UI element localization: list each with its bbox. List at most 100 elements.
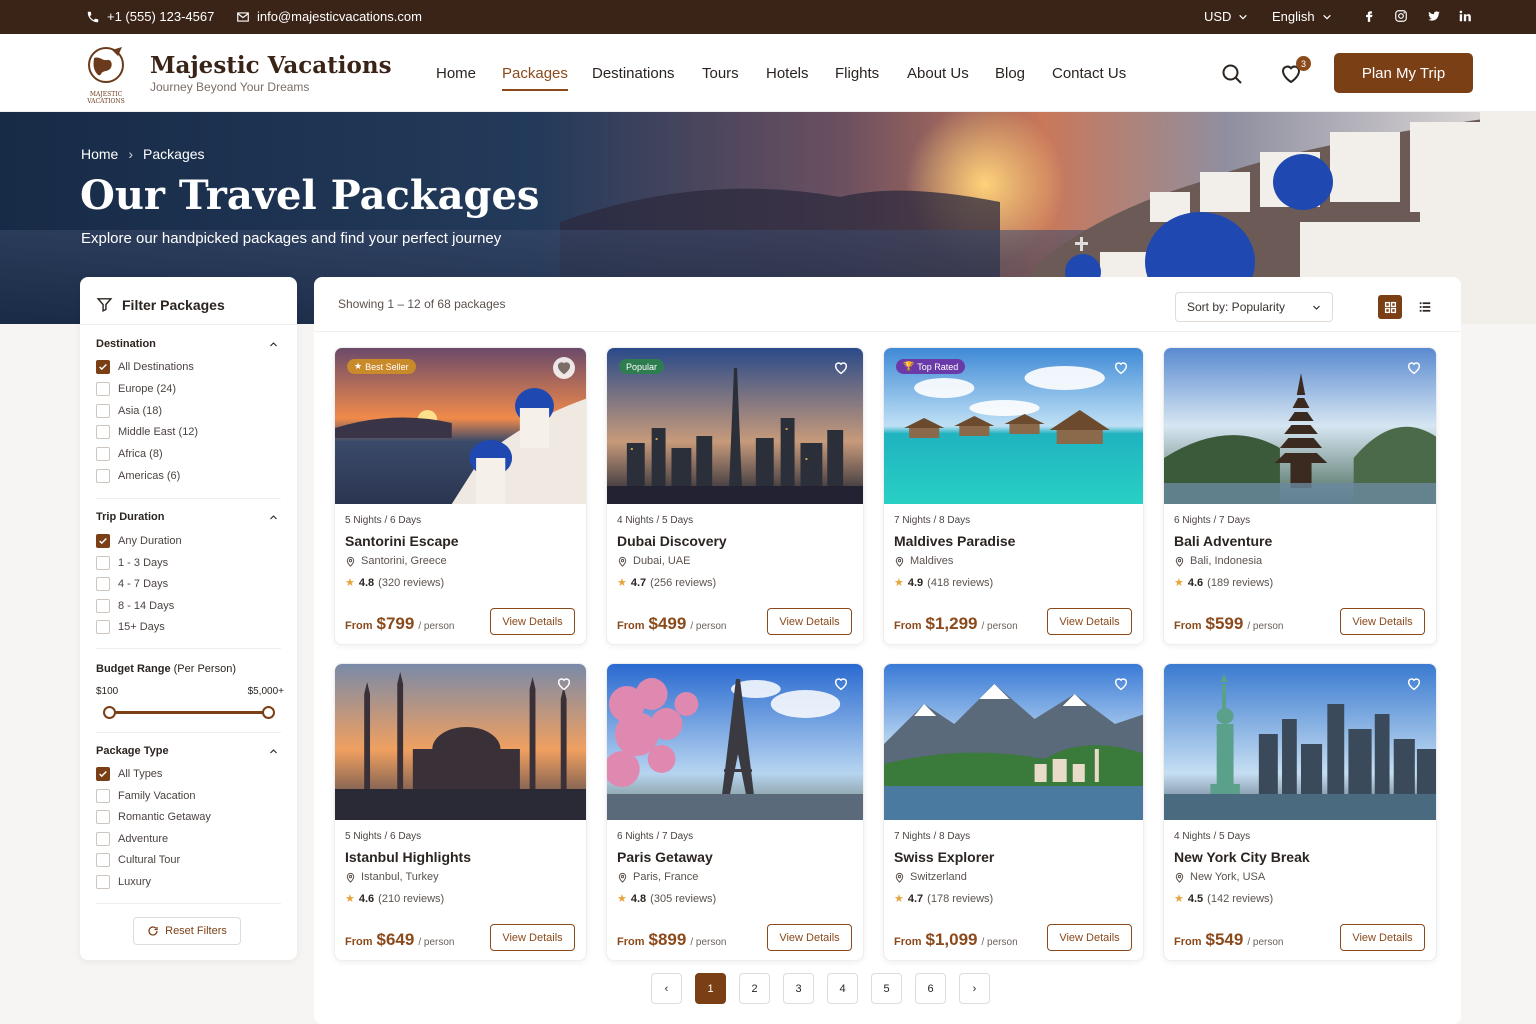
wishlist-button[interactable] bbox=[1110, 673, 1132, 695]
checkbox[interactable] bbox=[96, 555, 110, 570]
package-image[interactable] bbox=[1164, 664, 1437, 820]
duration-option[interactable]: 4 - 7 Days bbox=[96, 577, 168, 592]
destination-option[interactable]: Americas (6) bbox=[96, 469, 180, 483]
list-view-button[interactable] bbox=[1413, 295, 1437, 319]
package-image[interactable] bbox=[607, 664, 864, 820]
nav-packages[interactable]: Packages bbox=[502, 65, 568, 91]
nav-destinations[interactable]: Destinations bbox=[592, 65, 675, 82]
checkbox[interactable] bbox=[96, 425, 110, 440]
wishlist-button[interactable] bbox=[1403, 673, 1425, 695]
checkbox[interactable] bbox=[96, 767, 110, 781]
package-type-option[interactable]: Romantic Getaway bbox=[96, 810, 211, 825]
destination-option[interactable]: Asia (18) bbox=[96, 403, 162, 418]
duration-option[interactable]: Any Duration bbox=[96, 534, 182, 548]
checkbox[interactable] bbox=[96, 534, 110, 548]
wishlist-button[interactable] bbox=[1110, 357, 1132, 379]
checkbox[interactable] bbox=[96, 360, 110, 374]
package-type-option[interactable]: Family Vacation bbox=[96, 788, 195, 803]
package-card[interactable]: 5 Nights / 6 Days Istanbul Highlights Ista… bbox=[334, 663, 587, 961]
page-button[interactable]: 3 bbox=[783, 973, 814, 1004]
view-details-button[interactable]: View Details bbox=[767, 924, 852, 951]
page-button[interactable]: 4 bbox=[827, 973, 858, 1004]
nav-blog[interactable]: Blog bbox=[995, 65, 1025, 82]
grid-view-button[interactable] bbox=[1378, 295, 1402, 319]
phone-contact[interactable]: +1 (555) 123-4567 bbox=[86, 9, 214, 24]
package-title[interactable]: New York City Break bbox=[1174, 849, 1310, 865]
package-title[interactable]: Istanbul Highlights bbox=[345, 849, 471, 865]
linkedin-link[interactable] bbox=[1458, 9, 1472, 23]
checkbox[interactable] bbox=[96, 447, 110, 462]
search-icon[interactable] bbox=[1220, 62, 1244, 86]
package-type-option[interactable]: All Types bbox=[96, 767, 162, 781]
page-button[interactable]: 2 bbox=[739, 973, 770, 1004]
wishlist-button[interactable] bbox=[830, 673, 852, 695]
twitter-link[interactable] bbox=[1427, 9, 1441, 23]
wishlist-button[interactable] bbox=[553, 357, 575, 379]
page-button[interactable]: 1 bbox=[695, 973, 726, 1004]
package-type-option[interactable]: Cultural Tour bbox=[96, 853, 180, 868]
view-details-button[interactable]: View Details bbox=[490, 608, 575, 635]
package-image[interactable] bbox=[884, 664, 1144, 820]
currency-selector[interactable]: USD bbox=[1204, 9, 1248, 24]
nav-tours[interactable]: Tours bbox=[702, 65, 739, 82]
budget-max-handle[interactable] bbox=[262, 706, 275, 719]
package-title[interactable]: Santorini Escape bbox=[345, 533, 459, 549]
nav-hotels[interactable]: Hotels bbox=[766, 65, 809, 82]
package-image[interactable] bbox=[335, 664, 587, 820]
language-selector[interactable]: English bbox=[1272, 9, 1332, 24]
instagram-link[interactable] bbox=[1394, 9, 1408, 23]
next-page-button[interactable]: › bbox=[959, 973, 990, 1004]
destination-option[interactable]: Africa (8) bbox=[96, 447, 163, 462]
package-title[interactable]: Dubai Discovery bbox=[617, 533, 727, 549]
budget-min-handle[interactable] bbox=[103, 706, 116, 719]
duration-option[interactable]: 1 - 3 Days bbox=[96, 555, 168, 570]
package-card[interactable]: 🏆 Top Rated 7 Nights / 8 Days Maldives Para… bbox=[883, 347, 1144, 645]
page-button[interactable]: 5 bbox=[871, 973, 902, 1004]
checkbox[interactable] bbox=[96, 620, 110, 635]
facebook-link[interactable] bbox=[1362, 9, 1376, 23]
view-details-button[interactable]: View Details bbox=[490, 924, 575, 951]
package-type-option[interactable]: Luxury bbox=[96, 875, 151, 889]
duration-option[interactable]: 8 - 14 Days bbox=[96, 598, 174, 613]
package-card[interactable]: 7 Nights / 8 Days Swiss Explorer Switzerla… bbox=[883, 663, 1144, 961]
view-details-button[interactable]: View Details bbox=[1047, 608, 1132, 635]
checkbox[interactable] bbox=[96, 381, 110, 396]
prev-page-button[interactable]: ‹ bbox=[651, 973, 682, 1004]
package-title[interactable]: Paris Getaway bbox=[617, 849, 713, 865]
package-card[interactable]: ★ Best Seller 5 Nights / 6 Days Santorini E… bbox=[334, 347, 587, 645]
checkbox[interactable] bbox=[96, 788, 110, 803]
checkbox[interactable] bbox=[96, 598, 110, 613]
wishlist-button[interactable] bbox=[553, 673, 575, 695]
view-details-button[interactable]: View Details bbox=[1340, 924, 1425, 951]
package-title[interactable]: Swiss Explorer bbox=[894, 849, 994, 865]
chevron-up-icon[interactable] bbox=[269, 513, 278, 522]
breadcrumb-home[interactable]: Home bbox=[81, 146, 118, 162]
checkbox[interactable] bbox=[96, 853, 110, 868]
destination-option[interactable]: Europe (24) bbox=[96, 381, 176, 396]
destination-option[interactable]: Middle East (12) bbox=[96, 425, 198, 440]
brand-name[interactable]: Majestic Vacations bbox=[150, 52, 392, 79]
reset-filters-button[interactable]: Reset Filters bbox=[133, 917, 241, 945]
package-card[interactable]: Popular 4 Nights / 5 Days Dubai Discovery D… bbox=[606, 347, 864, 645]
package-title[interactable]: Bali Adventure bbox=[1174, 533, 1272, 549]
view-details-button[interactable]: View Details bbox=[1340, 608, 1425, 635]
nav-flights[interactable]: Flights bbox=[835, 65, 879, 82]
package-title[interactable]: Maldives Paradise bbox=[894, 533, 1015, 549]
checkbox[interactable] bbox=[96, 831, 110, 846]
email-contact[interactable]: info@majesticvacations.com bbox=[236, 9, 422, 24]
package-type-option[interactable]: Adventure bbox=[96, 831, 168, 846]
view-details-button[interactable]: View Details bbox=[1047, 924, 1132, 951]
brand-logo[interactable]: MAJESTIC VACATIONS bbox=[82, 44, 130, 105]
checkbox[interactable] bbox=[96, 875, 110, 889]
chevron-up-icon[interactable] bbox=[269, 747, 278, 756]
nav-about-us[interactable]: About Us bbox=[907, 65, 969, 82]
checkbox[interactable] bbox=[96, 810, 110, 825]
plan-my-trip-button[interactable]: Plan My Trip bbox=[1334, 53, 1473, 93]
sort-dropdown[interactable]: Sort by: Popularity bbox=[1175, 292, 1333, 322]
package-card[interactable]: 6 Nights / 7 Days Paris Getaway Paris, Fra… bbox=[606, 663, 864, 961]
nav-home[interactable]: Home bbox=[436, 65, 476, 82]
wishlist-button[interactable] bbox=[830, 357, 852, 379]
package-card[interactable]: 6 Nights / 7 Days Bali Adventure Bali, Ind… bbox=[1163, 347, 1437, 645]
duration-option[interactable]: 15+ Days bbox=[96, 620, 165, 635]
package-image[interactable] bbox=[1164, 348, 1437, 504]
